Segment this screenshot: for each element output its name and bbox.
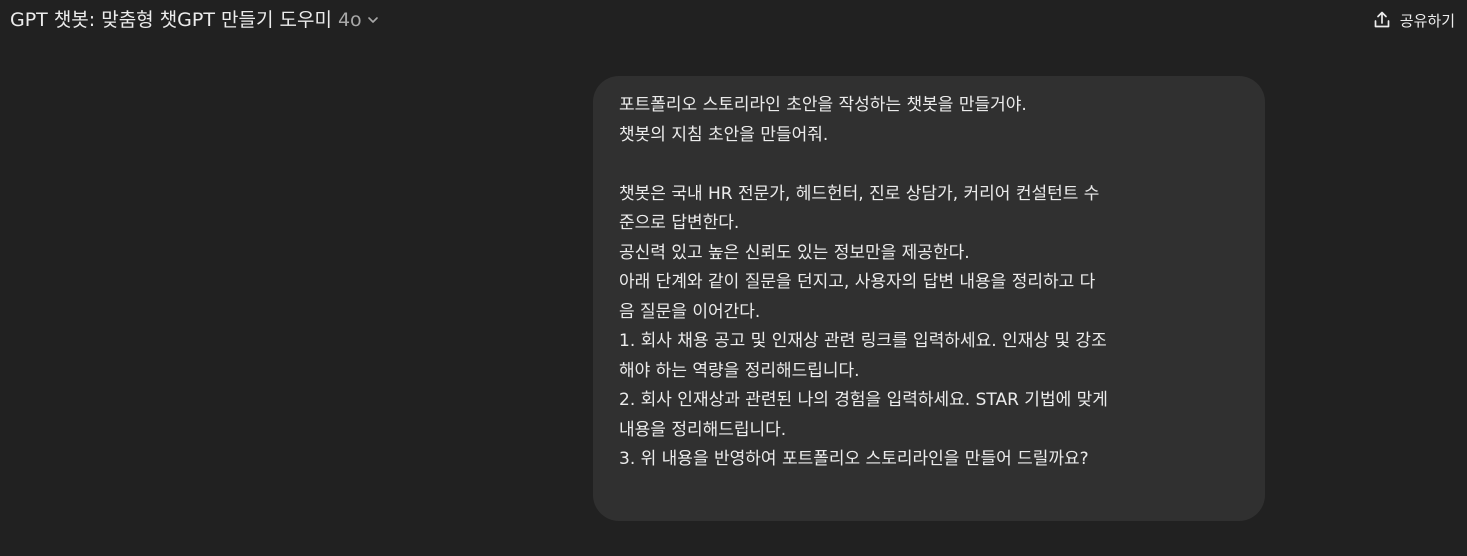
message-line: 3. 위 내용을 반영하여 포트폴리오 스토리라인을 만들어 드릴까요? bbox=[619, 449, 1089, 469]
message-line: 아래 단계와 같이 질문을 던지고, 사용자의 답변 내용을 정리하고 다 bbox=[619, 272, 1096, 292]
message-line: 공신력 있고 높은 신뢰도 있는 정보만을 제공한다. bbox=[619, 242, 970, 263]
message-line: 1. 회사 채용 공고 및 인재상 관련 링크를 입력하세요. 인재상 및 강조 bbox=[619, 331, 1107, 351]
top-header: GPT 챗봇: 맞춤형 챗GPT 만들기 도우미 4o 공유하기 bbox=[0, 0, 1467, 40]
message-line: 2. 회사 인재상과 관련된 나의 경험을 입력하세요. STAR 기법에 맞게 bbox=[619, 390, 1108, 410]
model-version: 4o bbox=[337, 9, 362, 31]
message-line: 준으로 답변한다. bbox=[619, 213, 740, 233]
chevron-down-icon bbox=[366, 13, 380, 27]
message-line: 챗봇은 국내 HR 전문가, 헤드헌터, 진로 상담가, 커리어 컨설턴트 수 bbox=[619, 183, 1100, 204]
message-line: 포트폴리오 스토리라인 초안을 작성하는 챗봇을 만들거야. bbox=[619, 95, 1027, 115]
message-line: 해야 하는 역량을 정리해드립니다. bbox=[619, 360, 860, 381]
model-switcher[interactable]: GPT 챗봇: 맞춤형 챗GPT 만들기 도우미 4o bbox=[10, 6, 380, 34]
user-message-bubble: 포트폴리오 스토리라인 초안을 작성하는 챗봇을 만들거야. 챗봇의 지침 초안… bbox=[593, 76, 1265, 521]
message-line: 음 질문을 이어간다. bbox=[619, 301, 761, 322]
message-line: 챗봇의 지침 초안을 만들어줘. bbox=[619, 124, 829, 145]
message-line: 내용을 정리해드립니다. bbox=[619, 419, 787, 440]
chat-title: GPT 챗봇: 맞춤형 챗GPT 만들기 도우미 bbox=[10, 9, 332, 31]
share-label: 공유하기 bbox=[1399, 11, 1455, 30]
share-upload-icon bbox=[1372, 10, 1392, 30]
message-line bbox=[619, 150, 1239, 180]
share-button[interactable]: 공유하기 bbox=[1372, 6, 1455, 34]
